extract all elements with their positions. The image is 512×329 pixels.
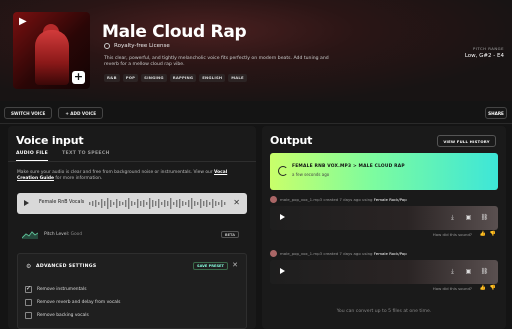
- option-remove-instrumentals[interactable]: Remove instrumentals: [25, 285, 87, 293]
- gear-icon: ⚙: [26, 263, 32, 270]
- avatar: [270, 250, 277, 257]
- add-icon[interactable]: +: [72, 71, 85, 84]
- checkbox[interactable]: [25, 285, 32, 293]
- tag: RAPPING: [169, 74, 197, 82]
- option-remove-backing-vocals[interactable]: Remove backing vocals: [25, 312, 89, 319]
- remove-file-icon[interactable]: ✕: [233, 198, 240, 207]
- play-icon[interactable]: ▶: [19, 16, 27, 27]
- voice-input-heading: Voice input: [16, 134, 84, 147]
- play-icon[interactable]: [280, 268, 285, 274]
- voice-cover-image[interactable]: ▶ +: [13, 12, 90, 89]
- thumbs-down-icon[interactable]: 👎: [490, 231, 496, 237]
- link-icon[interactable]: ⛓: [479, 266, 490, 277]
- result-meta: male_pop_vox_1.mp3 created 7 days ago us…: [280, 251, 407, 256]
- thumbs-up-icon[interactable]: 👍: [480, 285, 486, 291]
- feedback-question: How did this sound?: [432, 232, 472, 237]
- tag: POP: [122, 74, 139, 82]
- license-label: Royalty-free License: [104, 43, 170, 49]
- avatar: [270, 196, 277, 203]
- close-icon[interactable]: ✕: [232, 261, 238, 269]
- loading-spinner-icon: [278, 166, 288, 176]
- output-result-card: male_pop_vox_1.mp3 created 7 days ago us…: [270, 196, 498, 240]
- play-icon[interactable]: [280, 214, 285, 220]
- conversion-title: FEMALE RNB VOX.MP3 > MALE CLOUD RAP: [292, 164, 405, 169]
- thumbs-up-icon[interactable]: 👍: [480, 231, 486, 237]
- pitch-graph-icon: [22, 231, 38, 239]
- tab-divider: [8, 161, 256, 162]
- voice-actions: SWITCH VOICE + ADD VOICE: [4, 107, 104, 119]
- advanced-settings-panel: ⚙ ADVANCED SETTINGS SAVE PRESET ✕ Remove…: [17, 253, 247, 329]
- output-result-card: male_pop_vox_1.mp3 created 7 days ago us…: [270, 250, 498, 294]
- voice-file-name: Female RnB Vocals: [39, 200, 85, 205]
- save-to-library-icon[interactable]: ▣: [463, 212, 474, 223]
- tag: MALE: [228, 74, 247, 82]
- result-meta: male_pop_vox_1.mp3 created 7 days ago us…: [280, 197, 407, 202]
- tag: SINGING: [141, 74, 167, 82]
- pitch-range-label: PITCH RANGE: [473, 46, 504, 51]
- checkbox[interactable]: [25, 312, 32, 319]
- thumbs-down-icon[interactable]: 👎: [490, 285, 496, 291]
- share-button[interactable]: SHARE: [485, 107, 507, 119]
- divider: [0, 123, 512, 124]
- view-full-history-button[interactable]: VIEW FULL HISTORY: [437, 135, 496, 147]
- pitch-range-value: Low, G#2 - E4: [464, 53, 504, 59]
- option-remove-reverb[interactable]: Remove reverb and delay from vocals: [25, 299, 120, 306]
- voice-file-player[interactable]: Female RnB Vocals ✕: [17, 193, 247, 214]
- waveform: [89, 198, 226, 209]
- save-preset-button[interactable]: SAVE PRESET: [193, 262, 228, 270]
- tab-text-to-speech[interactable]: TEXT TO SPEECH: [62, 151, 110, 161]
- pitch-level-row: Pitch Level: Good BETA: [17, 228, 247, 242]
- link-icon[interactable]: ⛓: [479, 212, 490, 223]
- result-player[interactable]: ⤓ ▣ ⛓: [270, 260, 498, 284]
- conversion-progress-card: FEMALE RNB VOX.MP3 > MALE CLOUD RAP a fe…: [270, 153, 498, 190]
- voice-header: ▶ + Male Cloud Rap Royalty-free License …: [0, 0, 512, 101]
- conversion-limit-note: You can convert up to 5 files at one tim…: [336, 309, 432, 314]
- voice-description: This clear, powerful, and tightly melanc…: [104, 56, 329, 68]
- beta-badge: BETA: [220, 231, 239, 238]
- add-voice-button[interactable]: + ADD VOICE: [58, 107, 104, 119]
- tag: R&B: [104, 74, 120, 82]
- result-player[interactable]: ⤓ ▣ ⛓: [270, 206, 498, 230]
- pitch-level-label: Pitch Level: Good: [44, 232, 83, 237]
- output-heading: Output: [270, 134, 313, 147]
- tab-audio-file[interactable]: AUDIO FILE: [16, 151, 49, 161]
- voice-title: Male Cloud Rap: [102, 22, 247, 42]
- help-text: Make sure your audio is clear and free f…: [17, 170, 228, 181]
- play-icon[interactable]: [24, 200, 29, 206]
- download-icon[interactable]: ⤓: [447, 266, 458, 277]
- tag: ENGLISH: [199, 74, 226, 82]
- conversion-time: a few seconds ago: [292, 172, 330, 177]
- feedback-question: How did this sound?: [432, 286, 472, 291]
- info-icon: [104, 43, 110, 49]
- download-icon[interactable]: ⤓: [447, 212, 458, 223]
- save-to-library-icon[interactable]: ▣: [463, 266, 474, 277]
- advanced-settings-title: ADVANCED SETTINGS: [36, 264, 97, 269]
- input-tabs: AUDIO FILE TEXT TO SPEECH: [16, 151, 110, 161]
- checkbox[interactable]: [25, 299, 32, 306]
- tag-list: R&B POP SINGING RAPPING ENGLISH MALE: [104, 74, 247, 82]
- pitch-status: Good: [70, 232, 83, 237]
- switch-voice-button[interactable]: SWITCH VOICE: [4, 107, 53, 119]
